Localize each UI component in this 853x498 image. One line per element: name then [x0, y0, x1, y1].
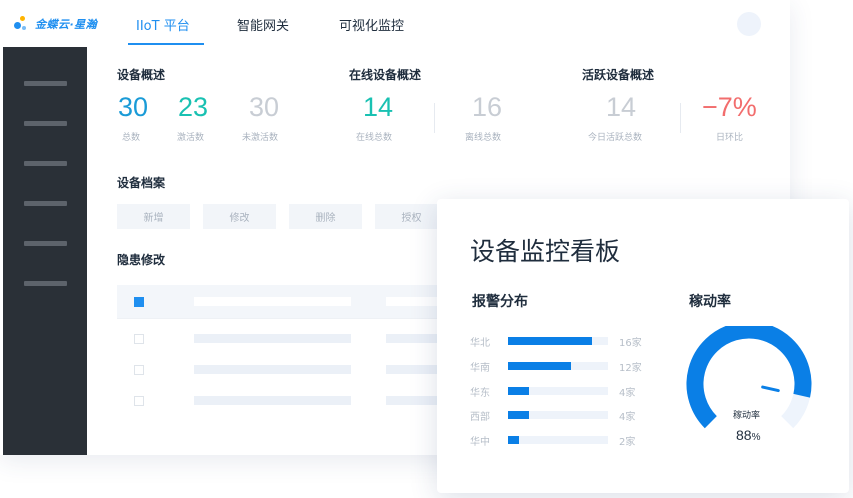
- alarm-row: 华南 12家: [470, 359, 700, 374]
- alarm-row: 华北 16家: [470, 334, 700, 349]
- user-avatar[interactable]: [737, 12, 761, 36]
- mobility-gauge: [686, 326, 812, 429]
- hazard-table: [117, 285, 437, 419]
- alarm-bar-track: [508, 362, 608, 370]
- alarm-bar: [508, 337, 593, 345]
- gauge-needle: [761, 385, 780, 393]
- alarm-bar: [508, 411, 530, 419]
- gauge-value-unit: %: [751, 432, 761, 443]
- alarm-bar-track: [508, 436, 608, 444]
- table-header: [117, 285, 437, 318]
- stat-day-ratio-label: 日环比: [716, 133, 744, 143]
- tab-visual-monitoring[interactable]: 可视化监控: [339, 15, 404, 34]
- stat-online-label: 在线总数: [356, 133, 393, 143]
- alarm-region-label: 华南: [470, 363, 490, 374]
- alarm-region-label: 华北: [470, 338, 490, 349]
- gauge-label: 稼动率: [733, 411, 761, 421]
- sidebar-item-4[interactable]: [24, 201, 67, 206]
- sidebar-item-6[interactable]: [24, 281, 67, 286]
- stat-today-active-label: 今日活跃总数: [588, 133, 643, 143]
- stat-activated-value: 23: [178, 92, 209, 122]
- stat-activated-label: 激活数: [177, 133, 205, 143]
- alarm-count-label: 16家: [619, 338, 642, 349]
- alarm-count-label: 2家: [619, 437, 636, 448]
- row-cell: [194, 365, 351, 374]
- alarm-count-label: 4家: [619, 412, 636, 423]
- brand-name: 金蝶云·星瀚: [35, 18, 98, 31]
- gauge-value-number: 88: [736, 427, 752, 443]
- alarm-row: 华东 4家: [470, 384, 700, 399]
- stat-total-value: 30: [118, 92, 149, 122]
- select-all-checkbox[interactable]: [134, 297, 144, 307]
- stat-online-value: 14: [363, 92, 394, 122]
- row-cell: [386, 365, 437, 374]
- alarm-count-label: 4家: [619, 388, 636, 399]
- row-cell: [386, 334, 437, 343]
- tab-smart-gateway[interactable]: 智能网关: [237, 15, 289, 34]
- stat-divider: [680, 103, 681, 133]
- alarm-row: 西部 4家: [470, 408, 700, 423]
- sidebar-item-1[interactable]: [24, 81, 67, 86]
- header-cell: [194, 297, 351, 306]
- monitoring-dashboard-card: 设备监控看板 报警分布 华北 16家 华南 12家 华东 4家 西部 4家 华中…: [437, 199, 849, 493]
- sidebar: [3, 47, 87, 455]
- top-nav: 金蝶云·星瀚 IIoT 平台 智能网关 可视化监控: [0, 0, 790, 47]
- alarm-bar-track: [508, 337, 608, 345]
- active-tab-indicator: [128, 43, 204, 45]
- alarm-bar-track: [508, 411, 608, 419]
- tab-iiot-platform[interactable]: IIoT 平台: [136, 15, 190, 34]
- alarm-bar: [508, 387, 530, 395]
- add-button[interactable]: 新增: [117, 204, 190, 229]
- alarm-region-label: 西部: [470, 412, 490, 423]
- stat-total-label: 总数: [122, 133, 141, 143]
- hazard-title: 隐患修改: [117, 253, 166, 267]
- device-overview-title: 设备概述: [117, 68, 166, 82]
- gauge-value: 88%: [736, 427, 760, 443]
- alarm-count-label: 12家: [619, 363, 642, 374]
- alarm-row: 华中 2家: [470, 433, 700, 448]
- alarm-distribution-title: 报警分布: [472, 294, 528, 310]
- brand-logo[interactable]: 金蝶云·星瀚: [14, 14, 97, 34]
- header-cell: [386, 297, 437, 306]
- sidebar-item-2[interactable]: [24, 121, 67, 126]
- row-cell: [194, 396, 351, 405]
- brand-logo-icon: [14, 15, 32, 33]
- archive-title: 设备档案: [117, 176, 166, 190]
- alarm-bar: [508, 436, 519, 444]
- edit-button[interactable]: 修改: [203, 204, 276, 229]
- active-overview-title: 活跃设备概述: [582, 68, 655, 82]
- stat-today-active-value: 14: [606, 92, 637, 122]
- dashboard-title: 设备监控看板: [470, 237, 621, 266]
- row-checkbox[interactable]: [134, 396, 144, 406]
- stat-inactive-label: 未激活数: [242, 133, 279, 143]
- stat-inactive-value: 30: [249, 92, 280, 122]
- row-cell: [194, 334, 351, 343]
- stat-offline-label: 离线总数: [465, 133, 502, 143]
- alarm-bar: [508, 362, 572, 370]
- alarm-region-label: 华东: [470, 388, 490, 399]
- alarm-bar-track: [508, 387, 608, 395]
- sidebar-item-5[interactable]: [24, 241, 67, 246]
- mobility-rate-title: 稼动率: [689, 294, 731, 310]
- delete-button[interactable]: 删除: [289, 204, 362, 229]
- online-overview-title: 在线设备概述: [349, 68, 422, 82]
- sidebar-item-3[interactable]: [24, 161, 67, 166]
- row-checkbox[interactable]: [134, 365, 144, 375]
- row-checkbox[interactable]: [134, 334, 144, 344]
- row-cell: [386, 396, 437, 405]
- stat-divider: [434, 103, 435, 133]
- alarm-region-label: 华中: [470, 437, 490, 448]
- stat-day-ratio-value: −7%: [702, 92, 757, 122]
- row-divider: [117, 318, 437, 319]
- stat-offline-value: 16: [472, 92, 503, 122]
